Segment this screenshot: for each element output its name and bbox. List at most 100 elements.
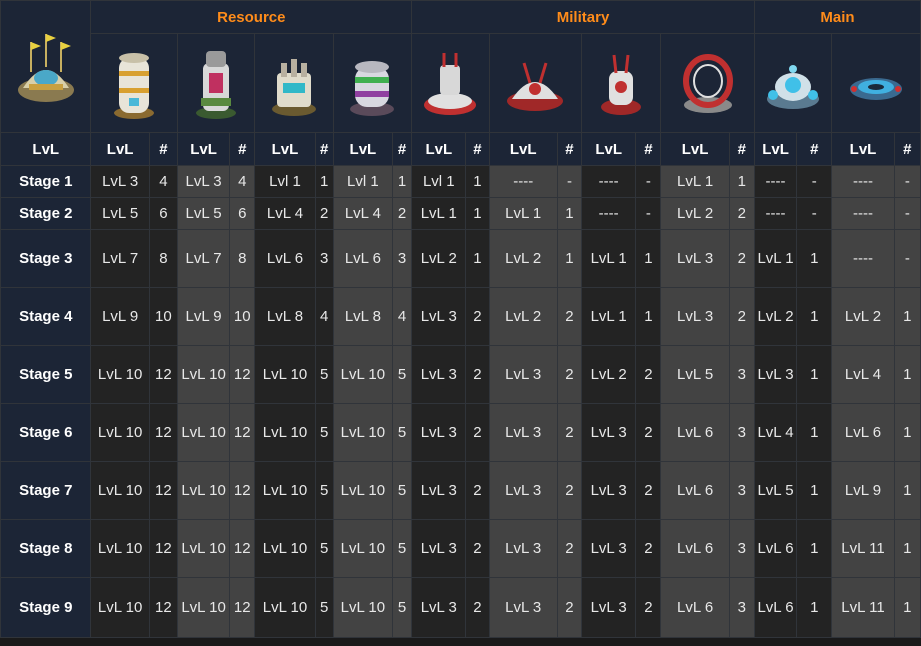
level-cell: LvL 3 [581, 461, 637, 520]
column-header-level: LvL [332, 132, 394, 166]
rocket-launcher-icon [601, 54, 642, 115]
count-cell: 3 [728, 519, 755, 578]
count-cell: 12 [148, 403, 178, 462]
level-cell: LvL 2 [488, 229, 558, 288]
storage-silo-icon [114, 53, 155, 119]
level-cell: LvL 9 [90, 287, 150, 346]
building-icon-cell [488, 33, 583, 133]
column-header-level: LvL [488, 132, 558, 166]
count-cell: 2 [465, 345, 490, 404]
level-cell: LvL 10 [176, 577, 231, 638]
count-cell: 1 [796, 345, 833, 404]
count-cell: 1 [556, 229, 583, 288]
level-cell: LvL 9 [176, 287, 231, 346]
count-cell: 12 [229, 403, 256, 462]
count-cell: 12 [229, 345, 256, 404]
level-cell: LvL 2 [753, 287, 798, 346]
building-icon-cell [332, 33, 413, 133]
column-header-level: LvL [254, 132, 316, 166]
column-header-level: LvL [831, 132, 895, 166]
stage-label: Stage 9 [0, 577, 92, 638]
level-cell: LvL 2 [488, 287, 558, 346]
table-row: Stage 1 LvL 3 4 LvL 3 4 Lvl 1 1 Lvl 1 1 Lvl 1 1 ---… [0, 165, 921, 198]
level-cell: LvL 11 [831, 577, 895, 638]
level-cell: LvL 6 [660, 461, 730, 520]
count-cell: 2 [465, 287, 490, 346]
level-cell: LvL 3 [488, 519, 558, 578]
level-cell: LvL 10 [176, 345, 231, 404]
count-cell: 1 [893, 577, 921, 638]
table-row: Stage 2 LvL 5 6 LvL 5 6 LvL 4 2 LvL 4 2 LvL 1 1 LvL… [0, 197, 921, 230]
count-cell: 2 [728, 229, 755, 288]
column-header-level: LvL [90, 132, 150, 166]
column-header-count: # [229, 132, 256, 166]
level-cell: ---- [581, 165, 637, 198]
main-group-header: Main [753, 0, 921, 34]
level-cell: LvL 10 [90, 403, 150, 462]
count-cell: 2 [465, 577, 490, 638]
column-header-level: LvL [660, 132, 730, 166]
level-cell: LvL 3 [660, 229, 730, 288]
count-cell: 1 [556, 197, 583, 230]
stage-label: Stage 3 [0, 229, 92, 288]
level-cell: LvL 5 [660, 345, 730, 404]
count-cell: 2 [635, 461, 662, 520]
count-cell: 3 [728, 403, 755, 462]
count-cell: 1 [796, 519, 833, 578]
column-header-count: # [728, 132, 755, 166]
count-cell: 5 [392, 461, 413, 520]
level-cell: LvL 10 [332, 577, 394, 638]
count-cell: 2 [465, 519, 490, 578]
level-cell: LvL 3 [411, 403, 467, 462]
building-icon-cell [254, 33, 334, 133]
count-cell: 12 [148, 461, 178, 520]
level-cell: LvL 6 [332, 229, 394, 288]
count-cell: 1 [893, 461, 921, 520]
level-cell: LvL 4 [753, 403, 798, 462]
count-cell: - [635, 165, 662, 198]
column-header-count: # [392, 132, 413, 166]
column-header-count: # [556, 132, 583, 166]
level-cell: ---- [831, 165, 895, 198]
level-cell: LvL 1 [660, 165, 730, 198]
level-cell: LvL 3 [411, 461, 467, 520]
count-cell: 5 [314, 461, 334, 520]
count-cell: 5 [392, 403, 413, 462]
level-cell: LvL 2 [581, 345, 637, 404]
stage-label: Stage 2 [0, 197, 92, 230]
table-row: Stage 6 LvL 10 12 LvL 10 12 LvL 10 5 LvL 10 5 LvL… [0, 403, 921, 462]
column-header-level: LvL [753, 132, 798, 166]
count-cell: 5 [314, 345, 334, 404]
refinery-icon [196, 51, 237, 119]
landing-pad-icon [850, 78, 903, 100]
level-cell: LvL 10 [332, 519, 394, 578]
building-icon-cell [90, 33, 178, 133]
count-cell: 3 [728, 345, 755, 404]
level-cell: LvL 2 [411, 229, 467, 288]
level-cell: LvL 10 [90, 461, 150, 520]
level-cell: LvL 10 [254, 577, 316, 638]
artillery-icon [507, 62, 564, 111]
level-cell: LvL 3 [411, 577, 467, 638]
count-cell: 2 [728, 197, 755, 230]
column-header-level: LvL [411, 132, 467, 166]
level-cell: ---- [753, 165, 798, 198]
level-cell: LvL 8 [254, 287, 316, 346]
count-cell: - [556, 165, 583, 198]
level-cell: LvL 1 [411, 197, 467, 230]
military-group-header: Military [411, 0, 755, 34]
count-cell: 5 [392, 519, 413, 578]
count-cell: 3 [392, 229, 413, 288]
count-cell: 2 [635, 577, 662, 638]
stage-rows: Stage 1 LvL 3 4 LvL 3 4 Lvl 1 1 Lvl 1 1 Lvl 1 1 ---… [0, 165, 921, 638]
level-cell: LvL 10 [90, 345, 150, 404]
count-cell: 2 [728, 287, 755, 346]
count-cell: - [893, 229, 921, 288]
stage-label: Stage 6 [0, 403, 92, 462]
count-cell: 1 [465, 197, 490, 230]
level-cell: LvL 5 [90, 197, 150, 230]
count-cell: 4 [314, 287, 334, 346]
upgrade-requirements-table: Resource Military Main LvL LvL # LvL # L… [0, 0, 921, 638]
level-cell: LvL 10 [332, 345, 394, 404]
corner-icon-cell [0, 0, 92, 133]
